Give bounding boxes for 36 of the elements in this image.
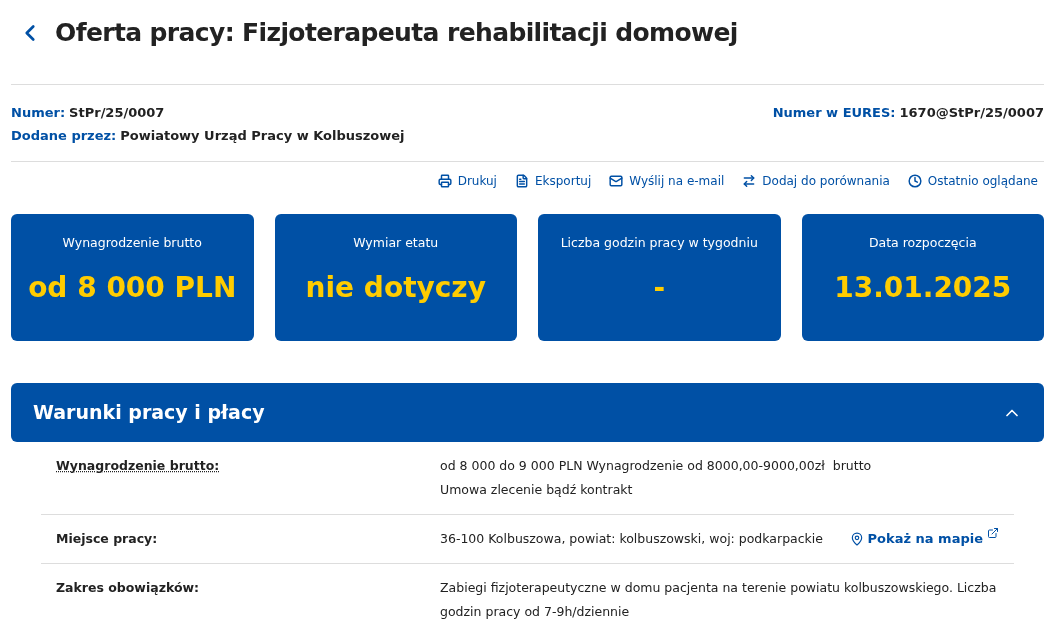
card-value: od 8 000 PLN: [28, 269, 237, 306]
field-label: Miejsce pracy:: [56, 530, 159, 548]
field-label: Zakres obowiązków:: [56, 579, 201, 597]
map-link[interactable]: Pokaż na mapie: [849, 527, 999, 551]
document-icon: [514, 174, 529, 188]
eures-value: 1670@StPr/25/0007: [899, 104, 1044, 122]
clock-icon: [907, 174, 922, 188]
card-value: 13.01.2025: [834, 269, 1012, 306]
card-label: Wynagrodzenie brutto: [62, 234, 202, 252]
field-value: 36-100 Kolbuszowa, powiat: kolbuszowski, woj: podkarpackie: [440, 530, 823, 548]
number-label: Numer:: [11, 104, 66, 122]
card-label: Data rozpoczęcia: [868, 234, 977, 252]
added-by-label: Dodane przez:: [11, 127, 117, 145]
action-link[interactable]: Drukuj: [437, 172, 497, 190]
external-link-icon: [987, 527, 999, 539]
card-value: nie dotyczy: [305, 269, 486, 306]
action-link[interactable]: Wyślij na e-mail: [609, 172, 725, 190]
added-by-value: Powiatowy Urząd Pracy w Kolbuszowej: [120, 127, 405, 145]
section-header[interactable]: Warunki pracy i płacy: [11, 383, 1044, 442]
page-title: Oferta pracy: Fizjoterapeuta rehabilitacji domowej: [55, 17, 738, 50]
card-label: Liczba godzin pracy w tygodniu: [560, 234, 758, 252]
arrows-icon: [742, 174, 757, 188]
field-value: Umowa zlecenie bądź kontrakt: [440, 481, 634, 499]
eures-label: Numer w EURES:: [772, 104, 896, 122]
field-label: Wynagrodzenie brutto:: [56, 457, 221, 475]
card-label: Wymiar etatu: [353, 234, 439, 252]
action-link[interactable]: Eksportuj: [514, 172, 592, 190]
map-pin-icon: [849, 532, 864, 546]
field-value: Zabiegi fizjoterapeutyczne w domu pacjenta na terenie powiatu kolbuszowskiego. Liczba godzin pracy od 7-9h/dziennie: [440, 579, 998, 621]
number-value: StPr/25/0007: [69, 104, 165, 122]
action-link[interactable]: Dodaj do porównania: [742, 172, 890, 190]
card-value: -: [653, 269, 666, 306]
action-link[interactable]: Ostatnio oglądane: [907, 172, 1038, 190]
printer-icon: [437, 174, 452, 188]
field-value: od 8 000 do 9 000 PLN Wynagrodzenie od 8000,00-9000,00zł brutto: [440, 457, 872, 475]
envelope-icon: [609, 174, 624, 188]
